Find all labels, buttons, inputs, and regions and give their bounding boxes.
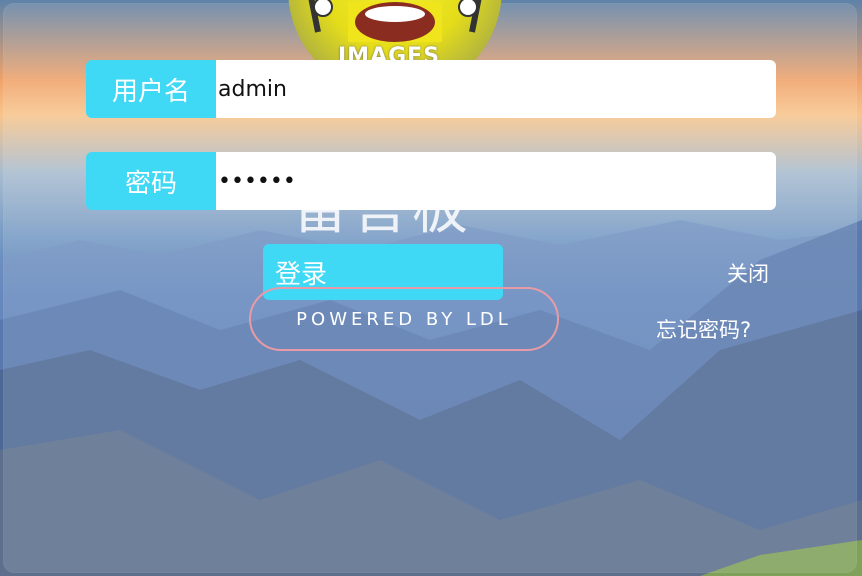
powered-by-text: POWERED BY LDL: [296, 308, 512, 330]
password-label: 密码: [86, 152, 216, 210]
username-label: 用户名: [86, 60, 216, 118]
login-screen: IMAGES 留言板 用户名 密码 登录 POWERED BY LDL 关闭 忘…: [0, 0, 862, 576]
password-field: 密码: [86, 152, 776, 210]
username-field: 用户名: [86, 60, 776, 118]
password-input[interactable]: [216, 152, 776, 210]
close-link[interactable]: 关闭: [727, 258, 769, 288]
powered-by-badge: POWERED BY LDL: [249, 287, 559, 351]
username-input[interactable]: [216, 60, 776, 118]
forgot-password-link[interactable]: 忘记密码?: [656, 314, 751, 344]
